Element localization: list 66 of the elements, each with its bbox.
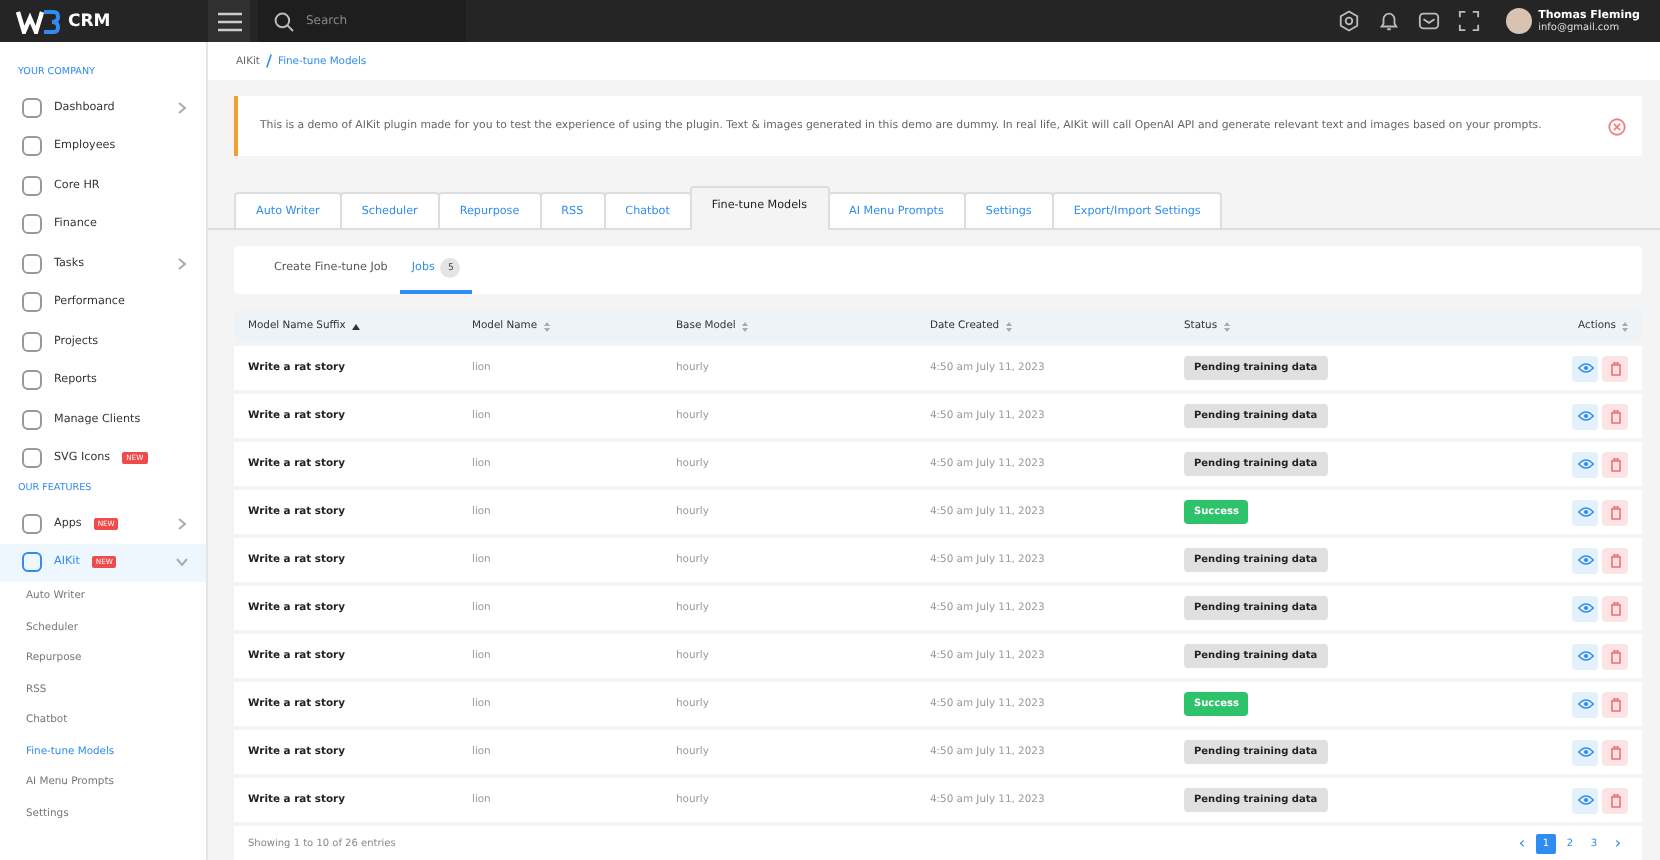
outline-square-icon [22, 409, 42, 430]
delete-button[interactable] [1602, 451, 1628, 477]
mail-icon[interactable] [1418, 10, 1441, 32]
outline-square-icon [22, 331, 42, 352]
delete-button[interactable] [1602, 355, 1628, 381]
delete-button[interactable] [1602, 595, 1628, 621]
eye-icon [1577, 602, 1593, 614]
previous-page-button[interactable]: ‹ [1512, 834, 1532, 854]
logo-icon [16, 9, 60, 33]
eye-icon [1577, 698, 1593, 710]
close-icon[interactable] [1608, 117, 1626, 135]
avatar[interactable] [1506, 8, 1533, 34]
settings-icon[interactable] [1338, 10, 1361, 32]
outline-square-icon [22, 552, 42, 573]
outline-square-icon [22, 214, 42, 235]
trash-icon [1609, 409, 1621, 423]
view-button[interactable] [1572, 643, 1598, 669]
trash-icon [1609, 457, 1621, 471]
slash-icon [265, 54, 272, 68]
bell-icon[interactable] [1378, 10, 1401, 32]
view-button[interactable] [1572, 739, 1598, 765]
eye-icon [1577, 746, 1593, 758]
view-button[interactable] [1572, 691, 1598, 717]
eye-icon [1577, 458, 1593, 470]
eye-icon [1577, 362, 1593, 374]
delete-button[interactable] [1602, 547, 1628, 573]
outline-square-icon [22, 97, 42, 118]
outline-square-icon [22, 253, 42, 274]
eye-icon [1577, 650, 1593, 662]
trash-icon [1609, 745, 1621, 759]
fullscreen-icon[interactable] [1458, 10, 1481, 32]
delete-button[interactable] [1602, 643, 1628, 669]
menu-button[interactable] [208, 0, 250, 42]
trash-icon [1609, 553, 1621, 567]
brand-name: CRM [68, 11, 111, 31]
view-button[interactable] [1572, 355, 1598, 381]
outline-square-icon [22, 136, 42, 157]
delete-button[interactable] [1602, 787, 1628, 813]
outline-square-icon [22, 370, 42, 391]
trash-icon [1609, 505, 1621, 519]
next-page-button[interactable]: › [1608, 834, 1628, 854]
trash-icon [1609, 793, 1621, 807]
trash-icon [1609, 649, 1621, 663]
view-button[interactable] [1572, 451, 1598, 477]
view-button[interactable] [1572, 499, 1598, 525]
delete-button[interactable] [1602, 499, 1628, 525]
delete-button[interactable] [1602, 739, 1628, 765]
delete-button[interactable] [1602, 403, 1628, 429]
trash-icon [1609, 697, 1621, 711]
outline-square-icon [22, 448, 42, 469]
view-button[interactable] [1572, 787, 1598, 813]
eye-icon [1577, 410, 1593, 422]
eye-icon [1577, 554, 1593, 566]
trash-icon [1609, 361, 1621, 375]
menu-icon [217, 11, 241, 31]
trash-icon [1609, 601, 1621, 615]
view-button[interactable] [1572, 403, 1598, 429]
delete-button[interactable] [1602, 691, 1628, 717]
eye-icon [1577, 506, 1593, 518]
view-button[interactable] [1572, 547, 1598, 573]
view-button[interactable] [1572, 595, 1598, 621]
outline-square-icon [22, 513, 42, 534]
outline-square-icon [22, 175, 42, 196]
outline-square-icon [22, 292, 42, 313]
eye-icon [1577, 794, 1593, 806]
search-icon [274, 11, 294, 31]
